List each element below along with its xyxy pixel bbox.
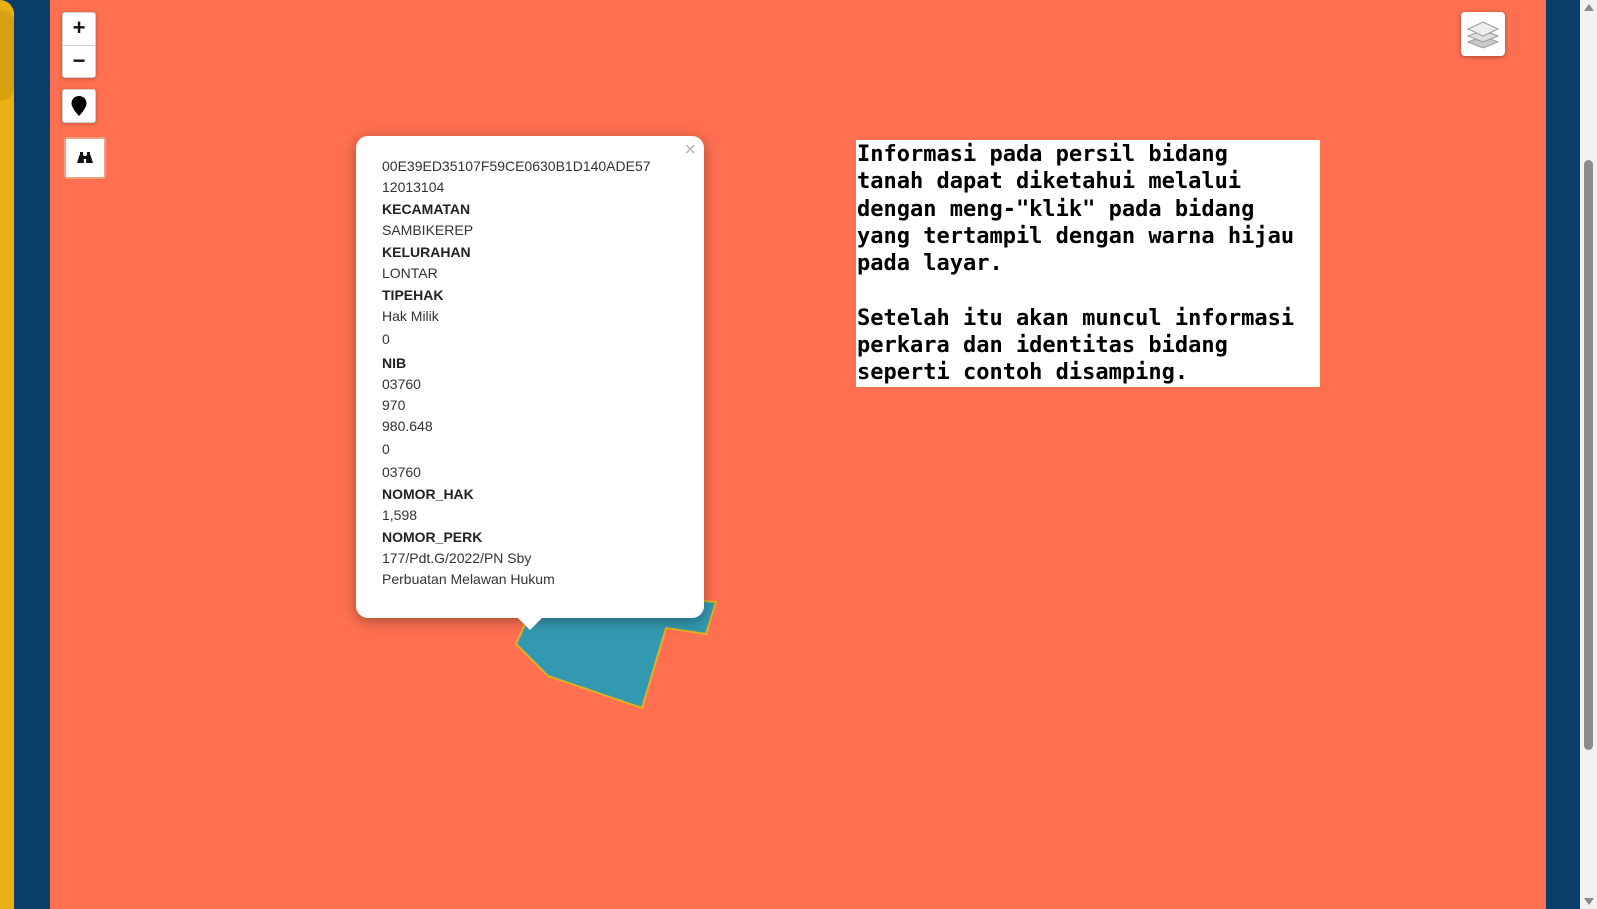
nomor-hak-label: NOMOR_HAK	[382, 486, 474, 502]
nomor-perk-value: 177/Pdt.G/2022/PN Sby	[382, 550, 532, 566]
page-scrollbar[interactable]	[1580, 0, 1597, 909]
kelurahan-label: KELURAHAN	[382, 244, 471, 260]
parcel-code: 12013104	[382, 179, 445, 195]
scroll-up-icon[interactable]	[1584, 4, 1594, 11]
scrollbar-thumb[interactable]	[1584, 160, 1593, 750]
parcel-id: 00E39ED35107F59CE0630B1D140ADE57	[382, 158, 651, 174]
nib-value: 03760	[382, 376, 421, 392]
nib-label: NIB	[382, 355, 407, 371]
zoom-out-button[interactable]: −	[63, 45, 95, 77]
layers-button[interactable]	[1461, 12, 1505, 56]
binoculars-icon	[77, 152, 93, 163]
parcel-info-popup: × 00E39ED35107F59CE0630B1D140ADE57 12013…	[356, 136, 704, 630]
tipehak-label: TIPEHAK	[382, 287, 444, 303]
value-970: 970	[382, 397, 406, 413]
kecamatan-value: SAMBIKEREP	[382, 222, 474, 238]
close-icon[interactable]: ×	[684, 140, 696, 160]
value-area: 980.648	[382, 418, 433, 434]
value-nib-repeat: 03760	[382, 464, 421, 480]
zoom-in-button[interactable]: +	[63, 13, 95, 45]
map-marker-icon	[71, 96, 87, 116]
layers-icon	[1466, 21, 1500, 49]
tipehak-value: Hak Milik	[382, 308, 439, 324]
side-panel-strip	[0, 0, 14, 909]
popup-tip	[518, 618, 542, 630]
value-zero-2: 0	[382, 441, 390, 457]
zoom-control: + −	[62, 12, 96, 78]
perkara-value: Perbuatan Melawan Hukum	[382, 571, 555, 587]
search-button[interactable]	[64, 137, 106, 179]
instruction-text-box: Informasi pada persil bidang tanah dapat…	[856, 140, 1320, 387]
scroll-down-icon[interactable]	[1584, 898, 1594, 905]
nomor-perk-label: NOMOR_PERK	[382, 529, 483, 545]
kelurahan-value: LONTAR	[382, 265, 438, 281]
land-parcel-layer	[514, 596, 718, 710]
map-canvas[interactable]: + − × 00E39ED35107F59CE0630B1D140ADE57 1…	[50, 0, 1546, 909]
nomor-hak-value: 1,598	[382, 507, 418, 523]
popup-content: 00E39ED35107F59CE0630B1D140ADE57 1201310…	[382, 156, 686, 590]
locate-button[interactable]	[62, 89, 96, 123]
value-zero: 0	[382, 331, 390, 347]
kecamatan-label: KECAMATAN	[382, 201, 471, 217]
side-panel-toggle[interactable]	[0, 10, 14, 100]
